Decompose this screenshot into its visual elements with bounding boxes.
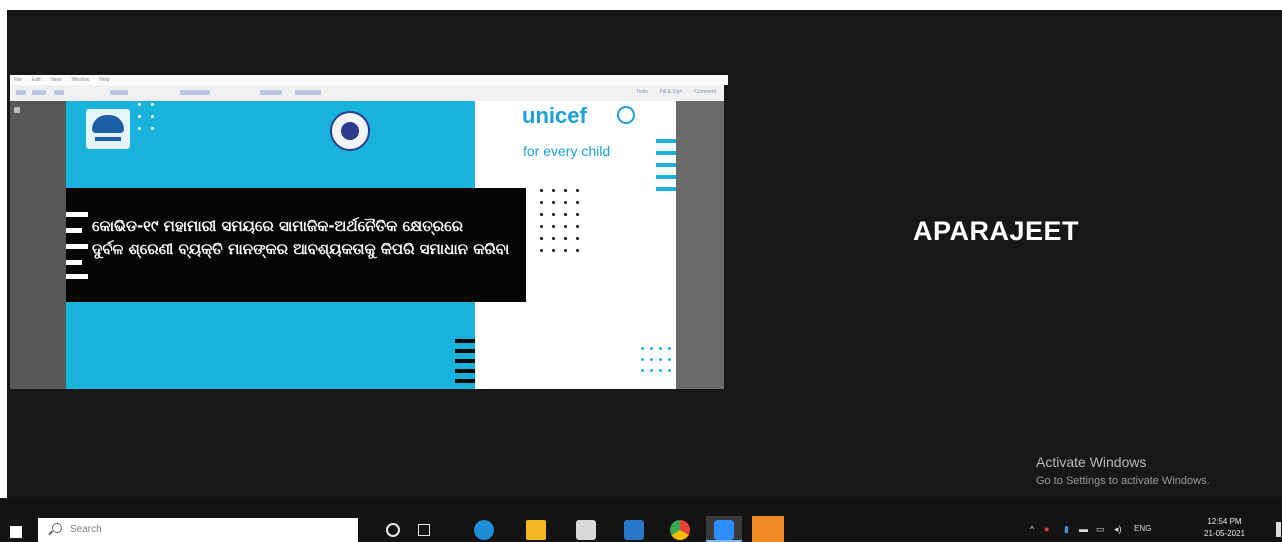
slide-title-line-1: କୋଭିଡ-୧୯ ମହାମାରୀ ସମୟରେ ସାମାଜିକ-ଅର୍ଥନୈତିକ…	[92, 217, 464, 235]
unicef-globe-icon	[617, 106, 635, 124]
volume-icon[interactable]: ◂)	[1114, 524, 1122, 535]
title-band: କୋଭିଡ-୧୯ ମହାମାରୀ ସମୟରେ ସାମାଜିକ-ଅର୍ଥନୈତିକ…	[66, 188, 526, 302]
print-icon[interactable]	[54, 90, 64, 95]
menu-edit[interactable]: Edit	[32, 77, 41, 83]
comment-tab[interactable]: Comment	[694, 89, 716, 95]
usb-tray-icon[interactable]: ▮	[1064, 524, 1069, 535]
menu-file[interactable]: File	[14, 77, 22, 83]
partner-logo-left	[86, 109, 130, 149]
clock-date: 21-05-2021	[1204, 529, 1245, 538]
government-emblem	[330, 111, 370, 151]
viewer-right-panel	[676, 101, 724, 389]
menu-view[interactable]: View	[51, 77, 62, 83]
file-explorer-icon[interactable]	[526, 520, 546, 540]
fit-page-icon[interactable]	[260, 90, 282, 95]
dot-pattern-top-left	[138, 103, 154, 130]
viewer-left-panel	[10, 101, 66, 389]
clock-time: 12:54 PM	[1207, 517, 1242, 526]
presentation-slide: unicef for every child କୋଭିଡ-୧୯ ମହାମାରୀ …	[66, 101, 676, 389]
edge-icon[interactable]	[474, 520, 494, 540]
mail-icon[interactable]	[624, 520, 644, 540]
dot-pattern-center	[540, 189, 579, 252]
input-language[interactable]: ENG	[1134, 524, 1151, 533]
sidebar-toggle-icon[interactable]	[14, 107, 20, 113]
chrome-icon[interactable]	[670, 520, 690, 540]
participant-name-tile: APARAJEET	[913, 216, 1080, 246]
viewer-menubar: File Edit View Window Help	[10, 75, 728, 85]
menu-help[interactable]: Help	[99, 77, 109, 83]
activate-windows-subtitle: Go to Settings to activate Windows.	[1036, 475, 1210, 487]
zoom-icon[interactable]	[714, 520, 734, 540]
slide-title: କୋଭିଡ-୧୯ ମହାମାରୀ ସମୟରେ ସାମାଜିକ-ଅର୍ଥନୈତିକ…	[92, 215, 512, 261]
dot-pattern-bottom-right	[641, 347, 671, 372]
chevron-up-icon[interactable]: ^	[1030, 524, 1034, 534]
slide-title-line-2: ଦୁର୍ବଳ ଶ୍ରେଣୀ ବ୍ୟକ୍ତି ମାନଙ୍କର ଆବଶ୍ୟକତାକୁ…	[92, 240, 510, 258]
annotation-tools[interactable]	[295, 90, 321, 95]
start-button[interactable]	[10, 526, 22, 538]
battery-icon[interactable]: ▬	[1079, 524, 1088, 534]
system-clock[interactable]: 12:54 PM 21-05-2021	[1204, 516, 1245, 540]
shared-pdf-window[interactable]: File Edit View Window Help Tools Fill & …	[10, 75, 728, 389]
search-box[interactable]: Search	[38, 518, 358, 542]
tools-tab[interactable]: Tools	[636, 89, 648, 95]
activate-windows-title: Activate Windows	[1036, 454, 1147, 470]
powerpoint-icon[interactable]	[752, 516, 784, 542]
fill-sign-tab[interactable]: Fill & Sign	[660, 89, 683, 95]
open-icon[interactable]	[16, 90, 26, 95]
zoom-control[interactable]	[180, 90, 210, 95]
unicef-wordmark: unicef	[522, 103, 587, 128]
search-placeholder: Search	[70, 524, 102, 535]
save-icon[interactable]	[32, 90, 46, 95]
show-desktop-button[interactable]	[1276, 522, 1281, 537]
task-view-icon[interactable]	[418, 524, 430, 536]
viewer-toolbar: Tools Fill & Sign Comment	[10, 85, 724, 102]
page-nav-icon[interactable]	[110, 90, 128, 95]
search-icon	[52, 523, 62, 533]
menu-window[interactable]: Window	[71, 77, 89, 83]
unicef-tagline: for every child	[523, 143, 611, 159]
network-icon[interactable]: ▭	[1096, 524, 1105, 535]
cortana-icon[interactable]	[386, 523, 400, 537]
antivirus-tray-icon[interactable]: ●	[1044, 524, 1049, 534]
store-icon[interactable]	[576, 520, 596, 540]
